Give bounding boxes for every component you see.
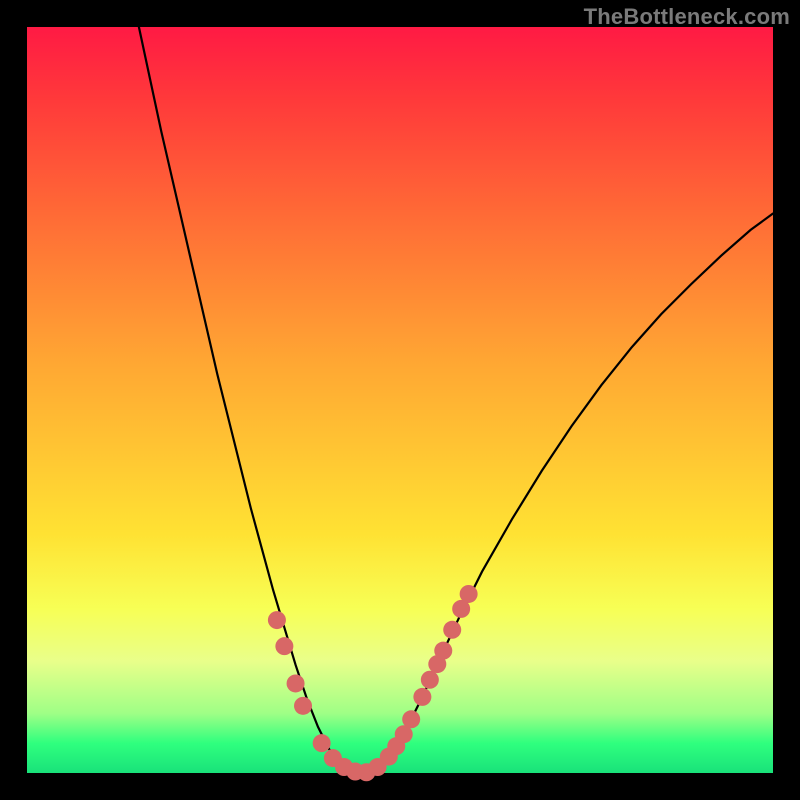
curve-markers (268, 585, 478, 781)
curve-marker (275, 637, 293, 655)
curve-marker (313, 734, 331, 752)
curve-marker (434, 642, 452, 660)
watermark-text: TheBottleneck.com (584, 4, 790, 30)
curve-marker (460, 585, 478, 603)
curve-marker (287, 674, 305, 692)
curve-marker (402, 710, 420, 728)
bottleneck-curve (139, 27, 773, 773)
curve-marker (268, 611, 286, 629)
curve-marker (443, 621, 461, 639)
curve-marker (421, 671, 439, 689)
curve-marker (294, 697, 312, 715)
chart-frame (27, 27, 773, 773)
chart-svg (27, 27, 773, 773)
curve-marker (413, 688, 431, 706)
